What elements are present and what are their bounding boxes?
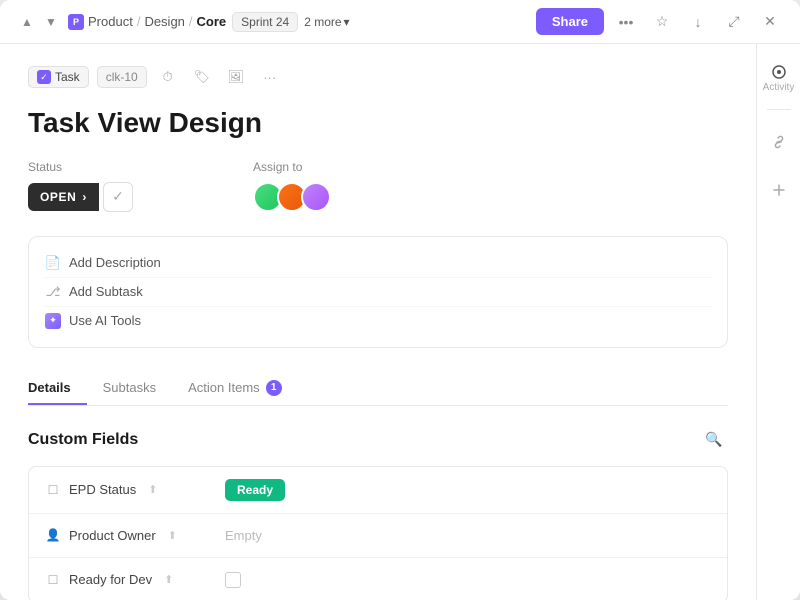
task-label: Task xyxy=(55,70,80,84)
right-sidebar: Activity xyxy=(756,44,800,600)
use-ai-tools-label: Use AI Tools xyxy=(69,313,141,328)
owner-lock-icon: ⬆ xyxy=(168,529,177,542)
field-name-epd: ☐ EPD Status ⬆ xyxy=(45,482,225,498)
task-title: Task View Design xyxy=(28,106,728,140)
product-owner-label: Product Owner xyxy=(69,528,156,543)
task-type-badge: ✓ Task xyxy=(28,66,89,88)
add-description-label: Add Description xyxy=(69,255,161,270)
tag-icon-button[interactable]: 🏷 xyxy=(189,64,215,90)
owner-empty-value: Empty xyxy=(225,528,262,543)
action-items-badge: 1 xyxy=(266,380,282,396)
ready-badge[interactable]: Ready xyxy=(225,479,285,501)
field-name-ready: ☐ Ready for Dev ⬆ xyxy=(45,572,225,588)
nav-up-button[interactable]: ▲ xyxy=(16,11,38,33)
avatar-3[interactable] xyxy=(301,182,331,212)
title-bar-left: ▲ ▼ P Product / Design / Core Sprint 24 … xyxy=(16,11,350,33)
add-icon-button[interactable] xyxy=(763,174,795,206)
title-bar-right: Share ••• ☆ ↓ ⤢ ✕ xyxy=(536,8,784,36)
owner-type-icon: 👤 xyxy=(45,527,61,543)
link-icon-button[interactable] xyxy=(763,126,795,158)
field-row-ready-for-dev: ☐ Ready for Dev ⬆ xyxy=(29,558,727,600)
breadcrumb-sep2: / xyxy=(189,14,193,29)
status-check-button[interactable]: ✓ xyxy=(103,182,133,212)
more-meta-button[interactable]: ··· xyxy=(257,64,283,90)
ready-lock-icon: ⬆ xyxy=(164,573,173,586)
tab-details[interactable]: Details xyxy=(28,372,87,405)
sidebar-divider xyxy=(767,109,791,110)
ready-for-dev-checkbox[interactable] xyxy=(225,572,241,588)
status-section: Status OPEN › ✓ xyxy=(28,160,133,212)
task-check-icon: ✓ xyxy=(37,70,51,84)
subtask-icon: ⎇ xyxy=(45,284,61,300)
star-button[interactable]: ☆ xyxy=(648,8,676,36)
nav-arrows: ▲ ▼ xyxy=(16,11,62,33)
use-ai-tools-item[interactable]: ✦ Use AI Tools xyxy=(45,306,711,335)
task-id: clk-10 xyxy=(97,66,147,88)
sprint-tag[interactable]: Sprint 24 xyxy=(232,12,298,32)
tab-subtasks[interactable]: Subtasks xyxy=(87,372,172,405)
image-icon-button[interactable]: 🖼 xyxy=(223,64,249,90)
avatar-group[interactable] xyxy=(253,182,331,212)
search-fields-button[interactable]: 🔍 xyxy=(700,426,728,454)
timer-icon-button[interactable]: ⏱ xyxy=(155,64,181,90)
field-value-owner: Empty xyxy=(225,528,711,543)
main-area: ✓ Task clk-10 ⏱ 🏷 🖼 ··· Task View Design… xyxy=(0,44,800,600)
field-value-ready xyxy=(225,572,711,588)
status-label: Status xyxy=(28,160,133,174)
tabs-bar: Details Subtasks Action Items 1 xyxy=(28,372,728,406)
expand-button[interactable]: ⤢ xyxy=(720,8,748,36)
ready-for-dev-label: Ready for Dev xyxy=(69,572,152,587)
task-meta-bar: ✓ Task clk-10 ⏱ 🏷 🖼 ··· xyxy=(28,64,728,90)
more-tags-button[interactable]: 2 more ▾ xyxy=(304,15,349,29)
field-value-epd: Ready xyxy=(225,479,711,501)
status-control: OPEN › ✓ xyxy=(28,182,133,212)
breadcrumb: P Product / Design / Core xyxy=(68,14,226,30)
add-description-item[interactable]: 📄 Add Description xyxy=(45,249,711,277)
description-icon: 📄 xyxy=(45,255,61,271)
task-content: ✓ Task clk-10 ⏱ 🏷 🖼 ··· Task View Design… xyxy=(0,44,756,600)
status-value: OPEN xyxy=(40,190,76,204)
share-button[interactable]: Share xyxy=(536,8,604,35)
field-name-owner: 👤 Product Owner ⬆ xyxy=(45,527,225,543)
close-button[interactable]: ✕ xyxy=(756,8,784,36)
product-icon: P xyxy=(68,14,84,30)
assign-label: Assign to xyxy=(253,160,331,174)
epd-lock-icon: ⬆ xyxy=(148,483,157,496)
status-assign-row: Status OPEN › ✓ Assign to xyxy=(28,160,728,212)
fields-table: ☐ EPD Status ⬆ Ready 👤 Product Owner ⬆ xyxy=(28,466,728,600)
action-box: 📄 Add Description ⎇ Add Subtask ✦ Use AI… xyxy=(28,236,728,348)
status-chevron-icon: › xyxy=(82,190,87,204)
more-options-button[interactable]: ••• xyxy=(612,8,640,36)
activity-label: Activity xyxy=(763,82,795,93)
epd-type-icon: ☐ xyxy=(45,482,61,498)
tab-action-items[interactable]: Action Items 1 xyxy=(172,372,298,406)
assign-section: Assign to xyxy=(253,160,331,212)
sidebar-activity: Activity xyxy=(763,56,795,93)
breadcrumb-core[interactable]: Core xyxy=(197,14,227,29)
epd-status-label: EPD Status xyxy=(69,482,136,497)
download-button[interactable]: ↓ xyxy=(684,8,712,36)
breadcrumb-product[interactable]: Product xyxy=(88,14,133,29)
ai-icon: ✦ xyxy=(45,313,61,329)
status-open-button[interactable]: OPEN › xyxy=(28,183,99,211)
check-icon: ✓ xyxy=(112,188,124,205)
ready-type-icon: ☐ xyxy=(45,572,61,588)
field-row-product-owner: 👤 Product Owner ⬆ Empty xyxy=(29,514,727,558)
add-subtask-label: Add Subtask xyxy=(69,284,143,299)
title-bar: ▲ ▼ P Product / Design / Core Sprint 24 … xyxy=(0,0,800,44)
nav-down-button[interactable]: ▼ xyxy=(40,11,62,33)
add-subtask-item[interactable]: ⎇ Add Subtask xyxy=(45,277,711,306)
field-row-epd-status: ☐ EPD Status ⬆ Ready xyxy=(29,467,727,514)
breadcrumb-sep1: / xyxy=(137,14,141,29)
section-header: Custom Fields 🔍 xyxy=(28,426,728,454)
custom-fields-title: Custom Fields xyxy=(28,431,138,449)
breadcrumb-design[interactable]: Design xyxy=(144,14,184,29)
